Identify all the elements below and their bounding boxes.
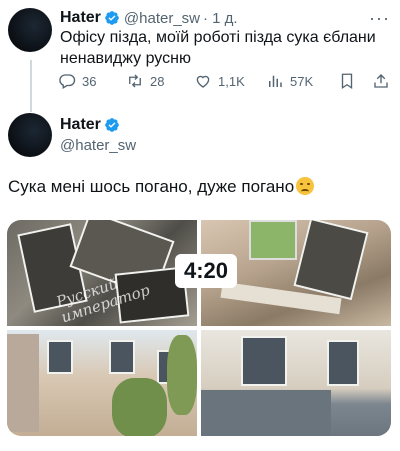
verified-badge-icon (104, 117, 120, 133)
user-handle[interactable]: @hater_sw (124, 10, 200, 27)
tweet-actions: 36 28 1,1K 57K (58, 72, 392, 92)
media-photo-4[interactable] (201, 330, 391, 436)
views-count: 57K (290, 73, 314, 89)
views-icon (269, 75, 282, 87)
retweet-button[interactable]: 28 (126, 72, 164, 90)
like-count: 1,1K (218, 73, 245, 89)
tweet-time[interactable]: · 1 д. (203, 10, 238, 27)
avatar[interactable] (8, 8, 52, 52)
media-grid[interactable]: Русский император 4:20 (7, 220, 391, 436)
retweet-count: 28 (150, 73, 165, 89)
tweet-text: Сука мені шось погано, дуже погано (8, 177, 315, 197)
tweet-header: Hater @hater_sw · 1 д. (60, 9, 238, 27)
verified-badge-icon (104, 10, 120, 26)
avatar[interactable] (8, 113, 52, 157)
video-duration-badge: 4:20 (175, 254, 238, 288)
reply-count: 36 (82, 73, 97, 89)
user-handle[interactable]: @hater_sw (60, 137, 136, 154)
share-button[interactable] (372, 72, 396, 90)
tweet-header: Hater (60, 116, 120, 134)
retweet-icon (129, 74, 141, 88)
more-icon[interactable]: ··· (369, 8, 390, 29)
bookmark-button[interactable] (338, 72, 362, 90)
display-name[interactable]: Hater (60, 9, 101, 27)
media-photo-3[interactable] (7, 330, 197, 436)
media-photo-1[interactable]: Русский император (7, 220, 197, 326)
bookmark-icon (341, 73, 353, 90)
reply-icon (59, 74, 76, 89)
display-name[interactable]: Hater (60, 116, 101, 134)
heart-icon (196, 75, 210, 88)
views-button[interactable]: 57K (266, 72, 313, 90)
like-button[interactable]: 1,1K (194, 72, 245, 90)
sad-face-emoji-icon (296, 177, 315, 195)
tweet-text: Офісу пізда, моїй роботі пізда сука єбла… (60, 29, 376, 67)
reply-button[interactable]: 36 (58, 72, 96, 90)
share-icon (374, 74, 388, 88)
tweet-text-content: Сука мені шось погано, дуже погано (8, 177, 295, 196)
thread-connector-line (30, 60, 32, 112)
